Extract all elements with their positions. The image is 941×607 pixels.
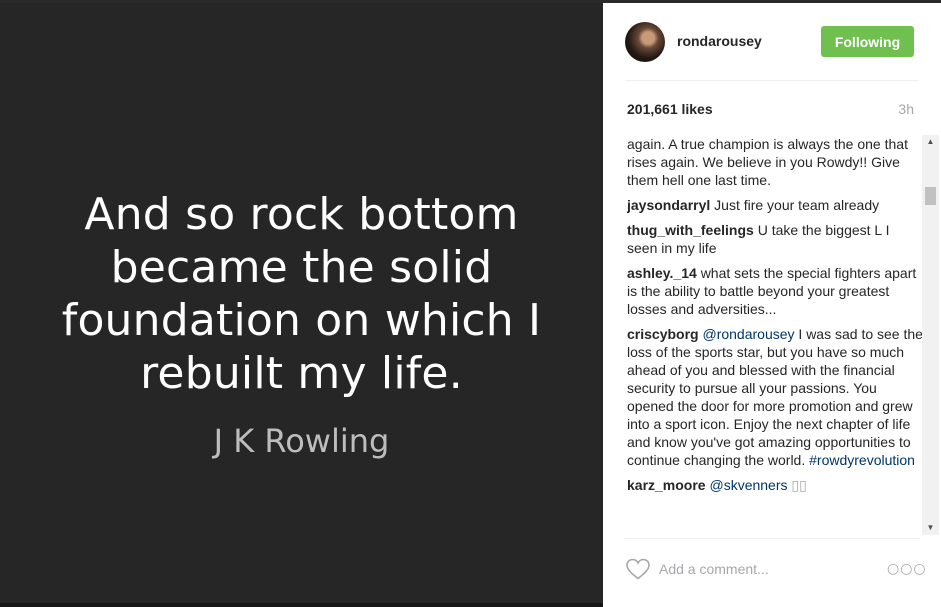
divider [625, 80, 919, 81]
username-link[interactable]: rondarousey [677, 33, 762, 49]
heart-icon[interactable] [625, 557, 651, 581]
image-bottom-edge [0, 603, 603, 607]
post-sidebar: rondarousey Following 201,661 likes 3h a… [603, 3, 941, 607]
post-header: rondarousey Following [603, 3, 941, 81]
add-comment-input[interactable] [659, 559, 859, 579]
comment-username[interactable]: thug_with_feelings [627, 222, 754, 238]
following-button[interactable]: Following [821, 26, 914, 57]
post-image[interactable]: And so rock bottom became the solid foun… [0, 3, 603, 603]
quote-author: J K Rowling [213, 422, 390, 460]
comment-hashtag[interactable]: #rowdyrevolution [809, 452, 915, 468]
comment-item: jaysondarryl Just fire your team already [627, 196, 923, 214]
comments-list[interactable]: again. A true champion is always the one… [627, 135, 923, 535]
comment-mention[interactable]: @skvenners [709, 477, 787, 493]
comment-item: again. A true champion is always the one… [627, 135, 923, 189]
comment-username[interactable]: ashley._14 [627, 265, 697, 281]
comments-scrollbar[interactable]: ▲ ▼ [922, 135, 939, 535]
comment-text: Just fire your team already [714, 197, 880, 213]
quote-line: rebuilt my life. [140, 348, 463, 399]
comment-username[interactable]: criscyborg [627, 326, 699, 342]
post-timestamp[interactable]: 3h [898, 101, 914, 117]
comment-item: ashley._14 what sets the special fighter… [627, 264, 923, 318]
comment-item: thug_with_feelings U take the biggest L … [627, 221, 923, 257]
comment-username[interactable]: jaysondarryl [627, 197, 710, 213]
comment-text: ▯▯ [791, 477, 807, 493]
more-options-icon[interactable]: ○○○ [887, 561, 926, 577]
scroll-thumb[interactable] [925, 187, 936, 205]
quote-text: And so rock bottom became the solid foun… [0, 188, 603, 400]
instagram-post-view: And so rock bottom became the solid foun… [0, 0, 941, 607]
scroll-up-arrow-icon[interactable]: ▲ [922, 135, 939, 149]
likes-count[interactable]: 201,661 likes [627, 101, 713, 117]
comment-mention[interactable]: @rondarousey [702, 326, 794, 342]
divider [625, 538, 919, 539]
comment-text: again. A true champion is always the one… [627, 136, 908, 188]
comment-item: karz_moore @skvenners ▯▯ [627, 476, 923, 494]
quote-line: became the solid [110, 242, 493, 293]
comment-username[interactable]: karz_moore [627, 477, 706, 493]
comment-text: I was sad to see the loss of the sports … [627, 326, 923, 468]
quote-line: And so rock bottom [84, 189, 519, 240]
avatar[interactable] [625, 22, 665, 62]
comment-item: criscyborg @rondarousey I was sad to see… [627, 325, 923, 469]
quote-line: foundation on which I [61, 295, 542, 346]
scroll-down-arrow-icon[interactable]: ▼ [922, 521, 939, 535]
